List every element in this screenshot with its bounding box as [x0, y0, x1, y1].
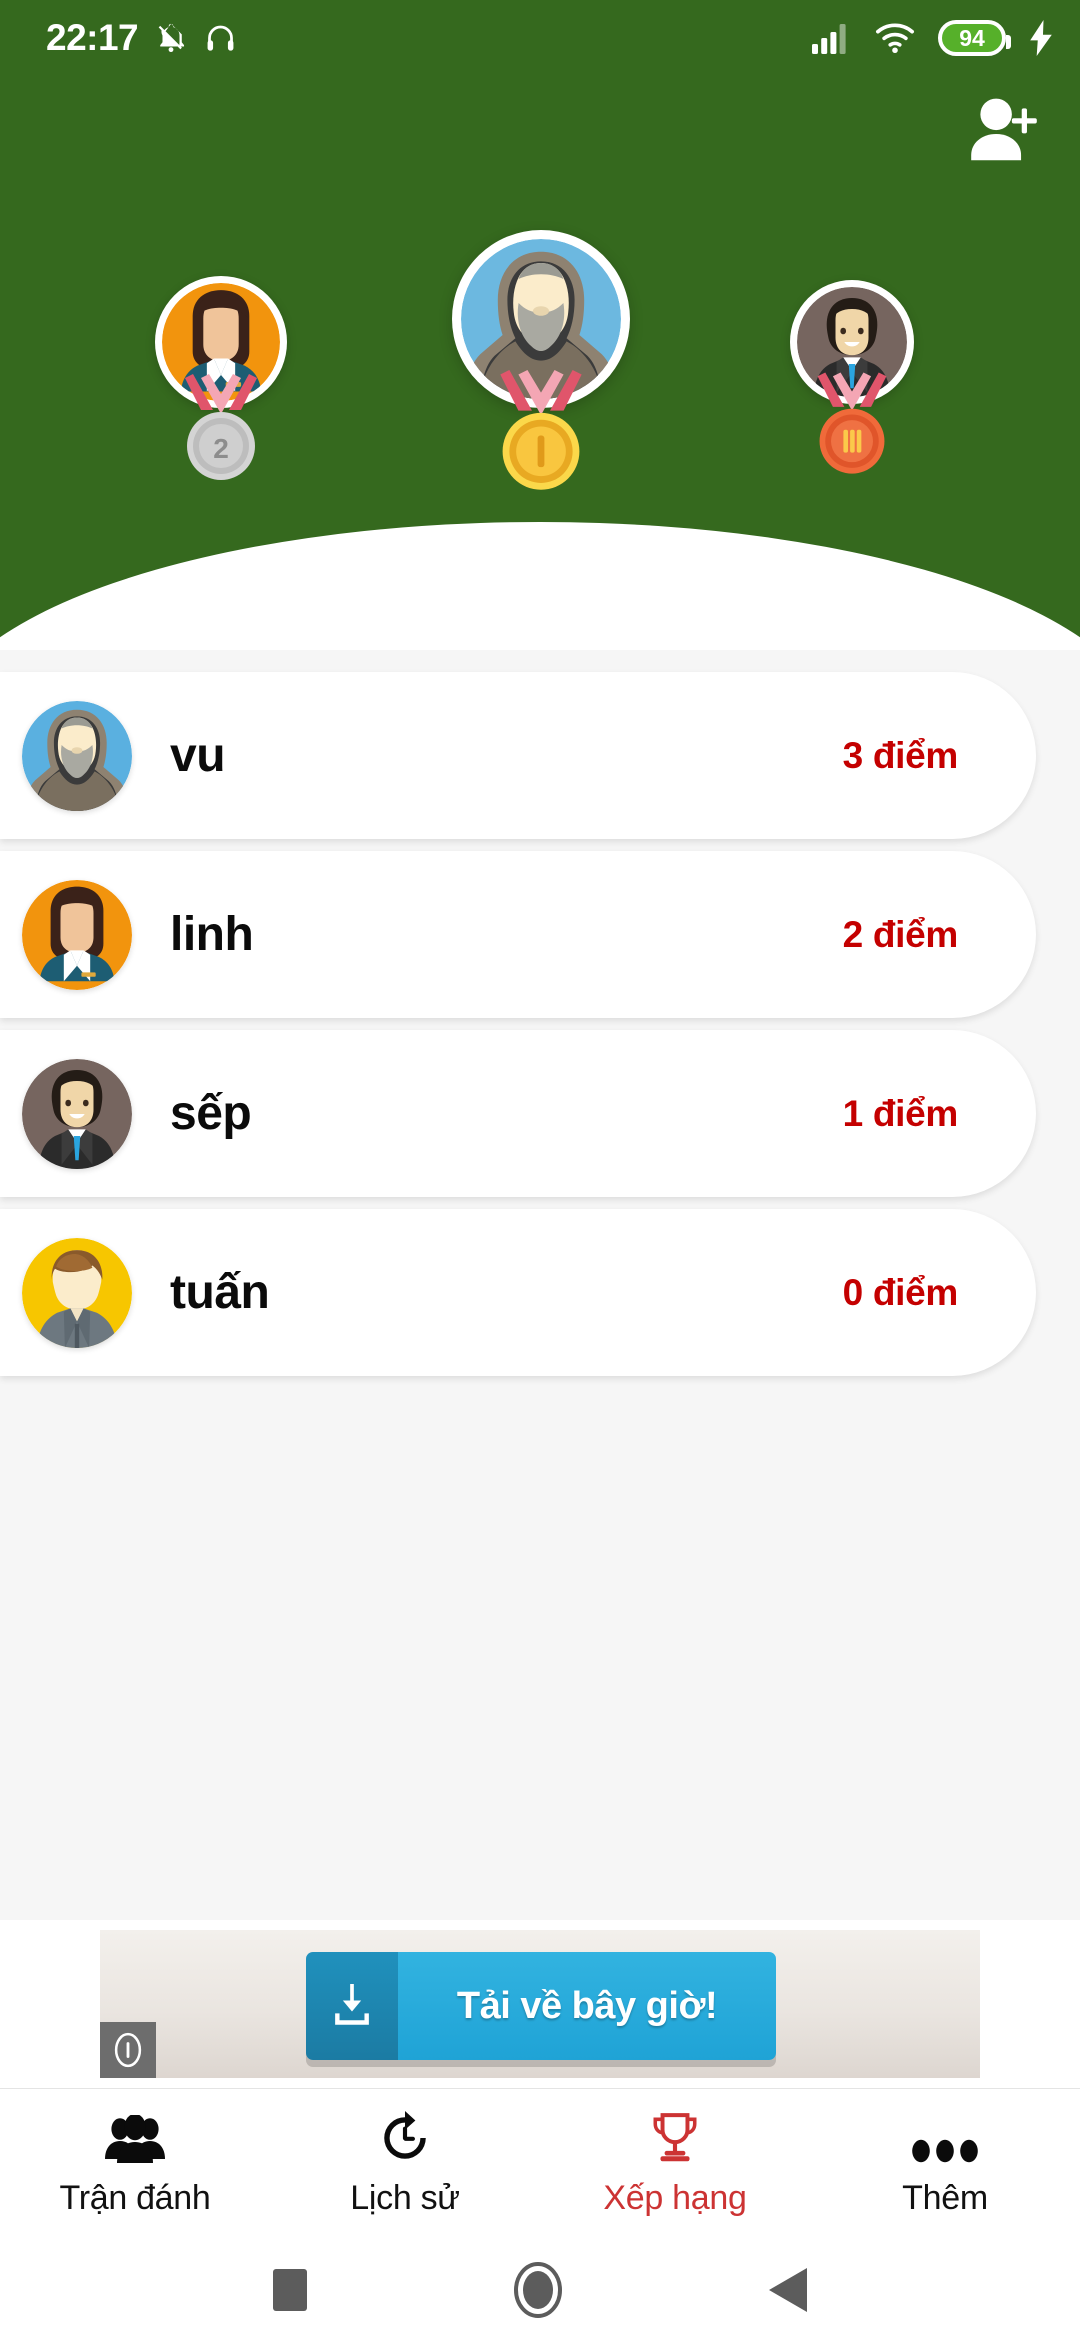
row-player-name: sếp — [170, 1087, 252, 1140]
ad-download-button[interactable]: Tải về bây giờ! — [306, 1952, 776, 2060]
leaderboard-row-1[interactable]: vu 3 điểm — [0, 672, 1036, 839]
history-clock-icon — [377, 2111, 433, 2165]
silent-mode-icon — [158, 23, 185, 53]
tab-lich-su[interactable]: Lịch sử — [270, 2089, 540, 2240]
row-avatar — [22, 879, 132, 990]
row-player-name: tuấn — [170, 1266, 270, 1319]
podium-top3: 2 — [0, 0, 1080, 640]
info-icon-glyph — [114, 2032, 142, 2068]
cellular-signal-icon — [812, 24, 846, 54]
row-avatar — [22, 1058, 132, 1169]
row-player-score: 0 điểm — [842, 1271, 959, 1313]
tab-label: Thêm — [902, 2179, 988, 2217]
charging-bolt-icon — [1030, 20, 1052, 56]
tab-label: Trận đánh — [59, 2179, 211, 2217]
trophy-icon — [649, 2111, 701, 2165]
medal-silver-icon: 2 — [185, 374, 257, 480]
download-icon — [335, 1984, 369, 2025]
tab-them[interactable]: Thêm — [810, 2089, 1080, 2240]
avatar-businessman-dark — [22, 1058, 132, 1169]
leaderboard-row-2[interactable]: linh 2 điểm — [0, 851, 1036, 1018]
app-root: 22:17 94 2 vu 3 điểm linh 2 điểm sếp 1 đ… — [0, 0, 1080, 2340]
tab-tran-danh[interactable]: Trận đánh — [0, 2089, 270, 2240]
row-avatar — [22, 700, 132, 811]
status-bar-left: 22:17 — [46, 17, 237, 59]
avatar-woman-orange — [22, 879, 132, 990]
add-person-icon[interactable] — [962, 92, 1046, 176]
podium-place-3[interactable] — [790, 280, 914, 474]
bottom-navigation: Trận đánh Lịch sử Xếp hạng Thêm — [0, 2088, 1080, 2240]
leaderboard-list: vu 3 điểm linh 2 điểm sếp 1 điểm tuấn 0 … — [0, 650, 1080, 1920]
avatar-young-man-yellow — [22, 1237, 132, 1348]
home-circle-icon[interactable] — [513, 2262, 562, 2318]
wifi-icon — [876, 23, 914, 54]
back-triangle-icon[interactable] — [768, 2268, 807, 2312]
tab-label: Xếp hạng — [603, 2179, 747, 2217]
people-group-icon — [103, 2111, 167, 2165]
row-player-score: 3 điểm — [842, 734, 959, 776]
battery-icon: 94 — [938, 20, 1011, 56]
status-bar: 22:17 94 — [0, 0, 1080, 76]
headphones-icon — [207, 25, 234, 51]
status-bar-clock: 22:17 — [46, 17, 139, 58]
recents-square-icon[interactable] — [273, 2269, 308, 2311]
leaderboard-row-3[interactable]: sếp 1 điểm — [0, 1030, 1036, 1197]
svg-text:2: 2 — [213, 433, 229, 464]
medal-bronze-icon — [817, 372, 887, 474]
battery-level-label: 94 — [959, 24, 985, 51]
podium-place-2[interactable]: 2 — [155, 276, 287, 480]
more-dots-icon — [911, 2111, 979, 2165]
ad-banner[interactable]: Tải về bây giờ! — [100, 1930, 980, 2078]
leaderboard-row-4[interactable]: tuấn 0 điểm — [0, 1209, 1036, 1376]
podium-place-1[interactable] — [452, 230, 630, 490]
row-player-score: 1 điểm — [842, 1092, 959, 1134]
ad-button-label: Tải về bây giờ! — [398, 1952, 776, 2060]
status-bar-right: 94 — [812, 20, 1054, 56]
row-player-name: linh — [170, 908, 254, 961]
row-player-score: 2 điểm — [842, 913, 959, 955]
ad-download-icon-slot — [306, 1952, 398, 2060]
row-player-name: vu — [170, 729, 226, 782]
info-icon[interactable] — [100, 2022, 156, 2078]
medal-gold-icon — [500, 370, 582, 490]
row-avatar — [22, 1237, 132, 1348]
tab-label: Lịch sử — [350, 2179, 460, 2217]
avatar-hooded-man-blue — [22, 700, 132, 811]
ad-banner-container: Tải về bây giờ! — [0, 1920, 1080, 2088]
tab-xep-hang[interactable]: Xếp hạng — [540, 2089, 810, 2240]
android-system-nav — [0, 2240, 1080, 2340]
